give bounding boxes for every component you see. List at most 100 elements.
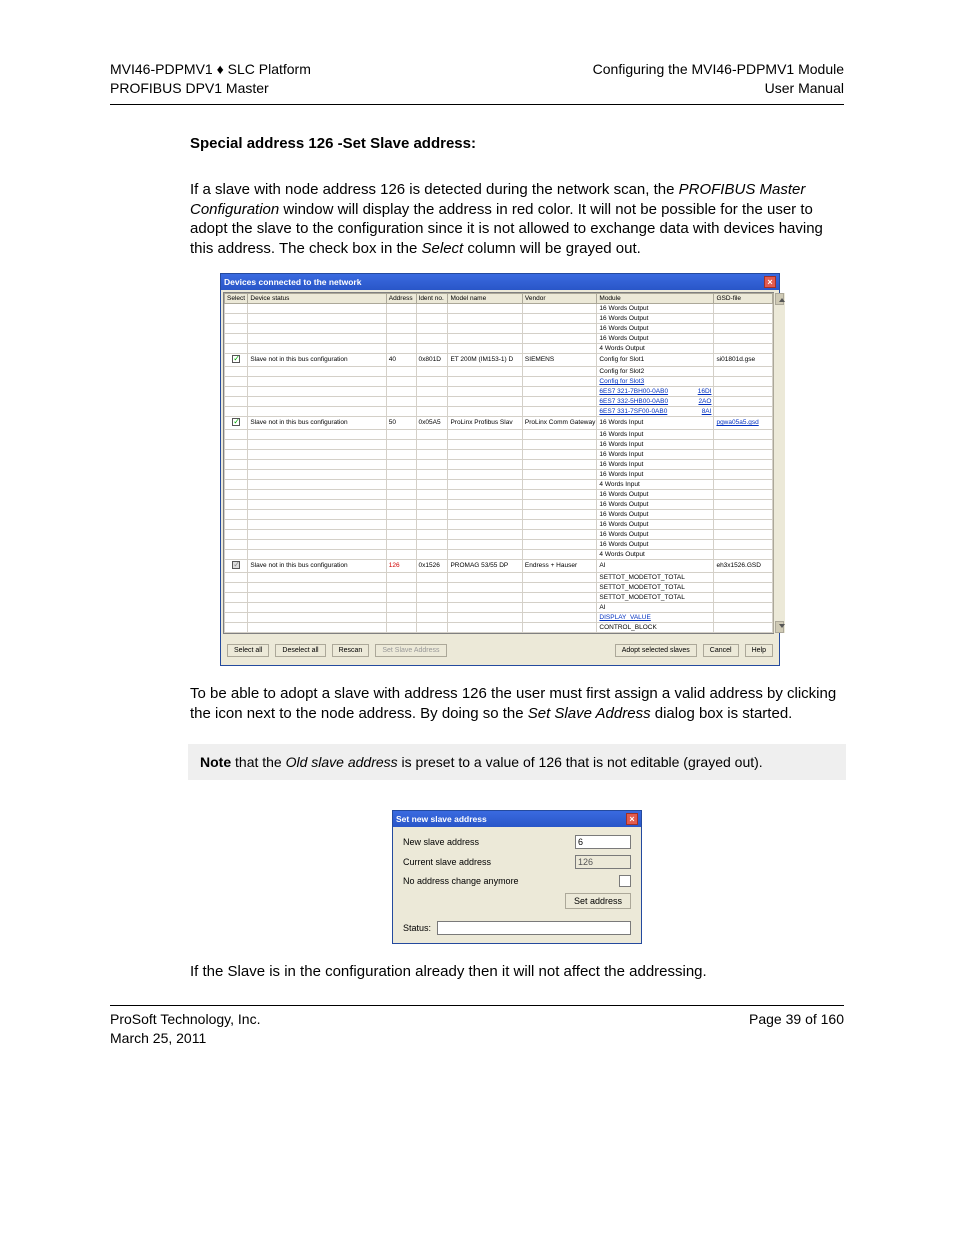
cell [416,406,448,416]
col-header[interactable]: Model name [448,293,522,303]
cell [448,469,522,479]
cell [386,343,416,353]
select-cell [225,519,248,529]
current-slave-input [575,855,631,869]
select-cell[interactable] [225,353,248,366]
col-header[interactable]: Select [225,293,248,303]
select-cell [225,622,248,632]
footer-page: Page 39 of 160 [749,1010,844,1048]
no-address-change-checkbox[interactable] [619,875,631,887]
rescan-button[interactable]: Rescan [332,644,370,657]
cell: ProLinx Comm Gateway [522,416,596,429]
select-cell [225,449,248,459]
gsd-cell [714,509,773,519]
cell [416,333,448,343]
module-cell: SETTOT_MODETOT_TOTAL [597,572,714,582]
col-header[interactable]: Module [597,293,714,303]
gsd-cell [714,343,773,353]
cell [416,449,448,459]
cell: PROMAG 53/55 DP [448,559,522,572]
select-cell [225,459,248,469]
table-row: Slave not in this bus configuration1260x… [225,559,773,572]
checkbox-icon[interactable] [232,418,240,426]
cell [448,529,522,539]
cell: Slave not in this bus configuration [248,353,386,366]
cell [248,396,386,406]
cell [416,592,448,602]
table-row: 16 Words Output [225,539,773,549]
select-cell[interactable] [225,416,248,429]
cell: Slave not in this bus configuration [248,559,386,572]
module-cell: DISPLAY_VALUE [597,612,714,622]
cell [248,469,386,479]
status-label: Status: [403,923,431,933]
table-row: Config for Slot2 [225,366,773,376]
module-cell: 16 Words Output [597,303,714,313]
col-header[interactable]: Device status [248,293,386,303]
cell [248,582,386,592]
col-header[interactable]: Vendor [522,293,596,303]
dialog-titlebar[interactable]: Set new slave address × [393,811,641,827]
cell [386,333,416,343]
select-cell[interactable] [225,559,248,572]
col-header[interactable]: Ident no. [416,293,448,303]
cell [448,313,522,323]
cell [386,479,416,489]
module-cell: SETTOT_MODETOT_TOTAL [597,592,714,602]
module-cell: 16 Words Output [597,333,714,343]
cell [386,366,416,376]
cell [522,489,596,499]
cell [386,469,416,479]
table-row: 16 Words Output [225,489,773,499]
new-slave-input[interactable] [575,835,631,849]
cell [416,313,448,323]
cell [386,303,416,313]
cell [416,459,448,469]
gsd-cell [714,582,773,592]
close-icon[interactable]: × [764,276,776,288]
cell [386,539,416,549]
select-cell [225,343,248,353]
module-cell: 16 Words Output [597,529,714,539]
cell [386,519,416,529]
footer-rule [110,1005,844,1006]
set-address-button[interactable]: Set address [565,893,631,909]
cell [416,479,448,489]
cell [448,439,522,449]
cell [522,592,596,602]
scroll-up-icon[interactable] [775,293,784,305]
new-slave-label: New slave address [403,837,575,847]
cell [386,549,416,559]
cell [248,479,386,489]
cell [248,429,386,439]
help-button[interactable]: Help [745,644,773,657]
cell [386,313,416,323]
cell [448,539,522,549]
window-titlebar[interactable]: Devices connected to the network × [221,274,779,290]
table-row: 16 Words Output [225,529,773,539]
select-cell [225,376,248,386]
table-row: DISPLAY_VALUE [225,612,773,622]
select-all-button[interactable]: Select all [227,644,269,657]
page-footer: ProSoft Technology, Inc. March 25, 2011 … [110,1010,844,1048]
col-header[interactable]: Address [386,293,416,303]
select-cell [225,479,248,489]
scrollbar[interactable] [773,293,785,633]
close-icon[interactable]: × [626,813,638,825]
cell [522,539,596,549]
scroll-down-icon[interactable] [775,621,784,633]
table-row: Config for Slot3 [225,376,773,386]
cell [522,396,596,406]
cell [248,612,386,622]
cell [386,406,416,416]
module-cell: Config for Slot1 [597,353,714,366]
gsd-cell [714,469,773,479]
col-header[interactable]: GSD-file [714,293,773,303]
cancel-button[interactable]: Cancel [703,644,739,657]
cell [416,429,448,439]
deselect-all-button[interactable]: Deselect all [275,644,325,657]
module-cell: 4 Words Input [597,479,714,489]
checkbox-icon[interactable] [232,355,240,363]
cell [248,406,386,416]
adopt-selected-button[interactable]: Adopt selected slaves [615,644,697,657]
